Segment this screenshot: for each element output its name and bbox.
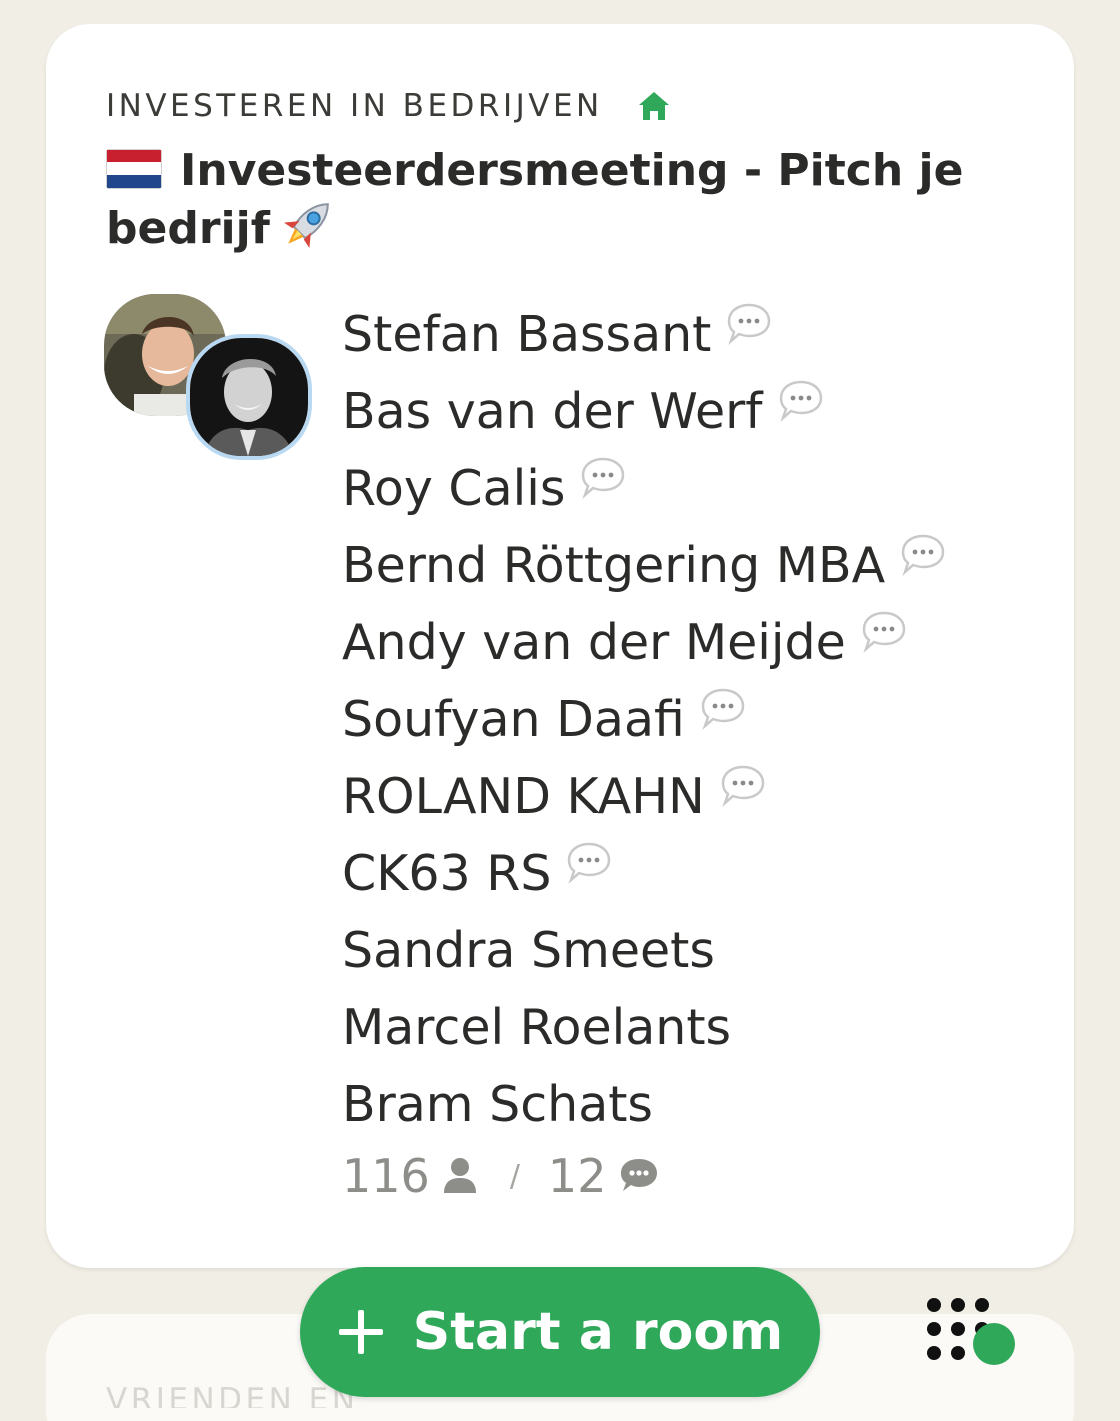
speaker-item[interactable]: Bram Schats xyxy=(342,1066,947,1143)
rocket-icon xyxy=(283,203,329,249)
speaker-name: Sandra Smeets xyxy=(342,922,715,979)
speech-bubble-icon xyxy=(779,380,822,422)
speech-bubble-icon xyxy=(582,457,625,499)
room-title-text: Investeerdersmeeting - Pitch je bedrijf xyxy=(106,145,964,254)
person-icon xyxy=(443,1158,476,1193)
speaker-item[interactable]: ROLAND KAHN xyxy=(342,758,947,835)
speaker-name: ROLAND KAHN xyxy=(342,768,705,825)
speaker-name: Roy Calis xyxy=(342,460,566,517)
netherlands-flag-icon xyxy=(106,149,162,189)
speaker-item[interactable]: Soufyan Daafi xyxy=(342,681,947,758)
speaker-item[interactable]: Bas van der Werf xyxy=(342,373,947,450)
start-room-button[interactable]: Start a room xyxy=(300,1267,820,1397)
listener-count: 116 xyxy=(342,1149,430,1203)
speaker-name: Soufyan Daafi xyxy=(342,691,685,748)
room-stats: 116 / 12 xyxy=(342,1146,660,1206)
speaker-name: Bernd Röttgering MBA xyxy=(342,537,886,594)
speaker-item[interactable]: Stefan Bassant xyxy=(342,296,947,373)
speech-bubble-icon xyxy=(901,534,945,576)
speaker-item[interactable]: Roy Calis xyxy=(342,450,947,527)
stats-separator: / xyxy=(509,1158,520,1194)
speaker-avatar[interactable] xyxy=(186,334,312,460)
speaker-item[interactable]: Bernd Röttgering MBA xyxy=(342,527,947,604)
speaker-name: Bram Schats xyxy=(342,1076,653,1133)
next-club-name: VRIENDEN EN xyxy=(106,1382,359,1408)
speaker-name: Marcel Roelants xyxy=(342,999,732,1056)
speech-bubble-icon xyxy=(721,765,765,807)
speech-bubble-icon xyxy=(568,842,611,884)
speaker-list: Stefan Bassant Bas van der Werf Roy Cali… xyxy=(342,296,947,1143)
plus-icon xyxy=(338,1310,383,1354)
speaker-name: Andy van der Meijde xyxy=(342,614,846,671)
speaker-count: 12 xyxy=(547,1149,607,1203)
avatar-photo xyxy=(190,338,308,456)
speaker-item[interactable]: CK63 RS xyxy=(342,835,947,912)
speaker-name: Stefan Bassant xyxy=(342,306,712,363)
speech-bubble-icon xyxy=(701,688,745,730)
speaker-item[interactable]: Andy van der Meijde xyxy=(342,604,947,681)
room-title: Investeerdersmeeting - Pitch je bedrijf xyxy=(106,142,966,258)
chat-bubble-icon xyxy=(621,1159,658,1191)
home-icon xyxy=(638,92,669,120)
speaker-item[interactable]: Sandra Smeets xyxy=(342,912,947,989)
speaker-name: Bas van der Werf xyxy=(342,383,763,440)
start-room-label: Start a room xyxy=(412,1302,784,1362)
club-row: INVESTEREN IN BEDRIJVEN xyxy=(106,86,671,126)
club-name: INVESTEREN IN BEDRIJVEN xyxy=(106,88,603,124)
speech-bubble-icon xyxy=(862,611,906,653)
speaker-name: CK63 RS xyxy=(342,845,552,902)
speech-bubble-icon xyxy=(728,303,771,345)
hallway-screen: INVESTEREN IN BEDRIJVEN Investeerdersmee… xyxy=(0,0,1120,1421)
room-card[interactable]: INVESTEREN IN BEDRIJVEN Investeerdersmee… xyxy=(46,24,1074,1268)
speaker-item[interactable]: Marcel Roelants xyxy=(342,989,947,1066)
dot-grid-icon[interactable] xyxy=(920,1294,1020,1370)
